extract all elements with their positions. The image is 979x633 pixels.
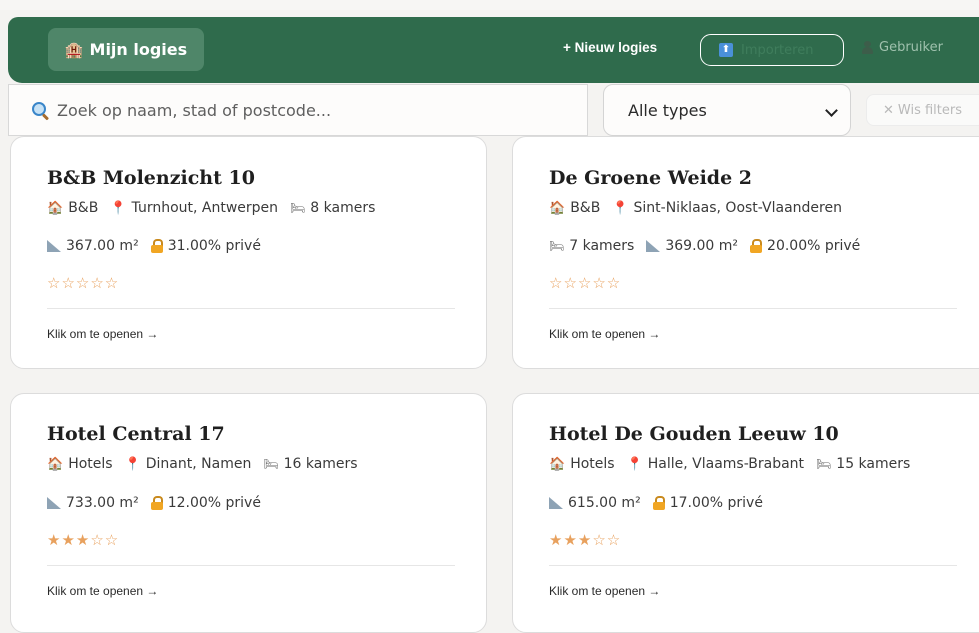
lodging-area: 615.00 m² <box>568 495 641 511</box>
divider <box>549 308 957 309</box>
clear-filters-button[interactable]: ✕ Wis filters <box>866 94 979 126</box>
search-icon <box>31 101 50 121</box>
lodging-meta-row: 🏠 B&B 📍 Turnhout, Antwerpen 🛏 8 kamers <box>47 200 387 216</box>
lodging-type: Hotels <box>68 456 113 472</box>
lodging-type: Hotels <box>570 456 615 472</box>
search-input[interactable]: Zoek op naam, stad of postcode... <box>8 84 588 136</box>
lodging-stats-row: 733.00 m² 12.00% privé <box>47 495 273 511</box>
lodging-private: 20.00% privé <box>767 238 861 254</box>
area-icon <box>47 497 61 509</box>
house-icon: 🏠 <box>47 456 64 472</box>
lodging-location: Turnhout, Antwerpen <box>131 200 279 216</box>
chevron-down-icon <box>825 104 838 117</box>
lodging-title: Hotel Central 17 <box>47 423 225 445</box>
star-rating: ★★★☆☆ <box>47 531 120 549</box>
pin-icon: 📍 <box>626 456 643 472</box>
lodging-rooms: 7 kamers <box>569 238 635 254</box>
lodging-private: 31.00% privé <box>167 238 261 254</box>
lodging-meta-row: 🏠 Hotels 📍 Dinant, Namen 🛏 16 kamers <box>47 456 370 472</box>
lodging-rooms: 15 kamers <box>836 456 911 472</box>
open-link[interactable]: Klik om te openen → <box>549 584 660 598</box>
pin-icon: 📍 <box>612 200 629 216</box>
lodging-stats-row: 🛏 7 kamers 369.00 m² 20.00% privé <box>549 238 872 254</box>
lodging-rooms: 16 kamers <box>283 456 358 472</box>
lodging-card[interactable]: De Groene Weide 2 🏠 B&B 📍 Sint-Niklaas, Oo… <box>512 136 979 369</box>
lodging-type: B&B <box>570 200 601 216</box>
lodging-title: Hotel De Gouden Leeuw 10 <box>549 423 839 445</box>
pin-icon: 📍 <box>110 200 127 216</box>
star-rating: ☆☆☆☆☆ <box>549 274 622 292</box>
search-placeholder: Zoek op naam, stad of postcode... <box>57 100 332 120</box>
import-button[interactable]: ⬆ Importeren <box>700 34 844 66</box>
bed-icon: 🛏 <box>549 239 565 253</box>
lodging-type: B&B <box>68 200 99 216</box>
lodging-area: 369.00 m² <box>665 238 739 254</box>
lock-icon <box>150 496 163 510</box>
lodging-title: De Groene Weide 2 <box>549 167 752 189</box>
top-strip <box>0 0 979 10</box>
app-header: 🏨 Mijn logies + Nieuw logies ⬆ Importere… <box>8 17 979 83</box>
house-icon: 🏠 <box>549 456 566 472</box>
user-menu[interactable]: Gebruiker <box>862 40 943 55</box>
lodging-card[interactable]: Hotel Central 17 🏠 Hotels 📍 Dinant, Namen … <box>10 393 487 633</box>
open-link[interactable]: Klik om te openen → <box>47 584 158 598</box>
lodging-rooms: 8 kamers <box>310 200 376 216</box>
star-rating: ☆☆☆☆☆ <box>47 274 120 292</box>
open-link[interactable]: Klik om te openen → <box>47 327 158 341</box>
divider <box>47 565 455 566</box>
lock-icon <box>652 496 665 510</box>
upload-icon: ⬆ <box>719 43 733 57</box>
user-icon <box>862 41 873 54</box>
house-icon: 🏠 <box>47 200 64 216</box>
lodging-card[interactable]: Hotel De Gouden Leeuw 10 🏠 Hotels 📍 Halle,… <box>512 393 979 633</box>
lodging-title: B&B Molenzicht 10 <box>47 167 255 189</box>
clear-filters-label: Wis filters <box>897 102 963 118</box>
lodging-meta-row: 🏠 Hotels 📍 Halle, Vlaams-Brabant 🛏 15 kamer… <box>549 456 922 472</box>
lodging-stats-row: 367.00 m² 31.00% privé <box>47 238 273 254</box>
bed-icon: 🛏 <box>290 201 306 215</box>
area-icon <box>47 240 61 252</box>
lock-icon <box>150 239 163 253</box>
bed-icon: 🛏 <box>263 457 279 471</box>
divider <box>549 565 957 566</box>
import-label: Importeren <box>741 42 814 58</box>
star-rating: ★★★☆☆ <box>549 531 622 549</box>
new-lodging-button[interactable]: + Nieuw logies <box>563 40 657 55</box>
lodging-private: 17.00% privé <box>669 495 763 511</box>
lodging-private: 12.00% privé <box>167 495 261 511</box>
user-label: Gebruiker <box>879 40 943 55</box>
area-icon <box>549 497 563 509</box>
lodging-location: Sint-Niklaas, Oost-Vlaanderen <box>633 200 842 216</box>
lodging-location: Dinant, Namen <box>145 456 252 472</box>
my-lodgings-button[interactable]: 🏨 Mijn logies <box>48 28 204 71</box>
pin-icon: 📍 <box>124 456 141 472</box>
hotel-icon: 🏨 <box>64 40 84 59</box>
lodging-stats-row: 615.00 m² 17.00% privé <box>549 495 775 511</box>
type-filter-select[interactable]: Alle types <box>603 84 851 136</box>
area-icon <box>646 240 661 252</box>
open-link[interactable]: Klik om te openen → <box>549 327 660 341</box>
lock-icon <box>750 239 763 253</box>
divider <box>47 308 455 309</box>
bed-icon: 🛏 <box>816 457 832 471</box>
lodging-location: Halle, Vlaams-Brabant <box>647 456 805 472</box>
house-icon: 🏠 <box>549 200 566 216</box>
lodging-card[interactable]: B&B Molenzicht 10 🏠 B&B 📍 Turnhout, Antwer… <box>10 136 487 369</box>
lodging-area: 367.00 m² <box>66 238 139 254</box>
lodging-area: 733.00 m² <box>66 495 139 511</box>
close-icon: ✕ <box>883 102 894 118</box>
lodging-meta-row: 🏠 B&B 📍 Sint-Niklaas, Oost-Vlaanderen <box>549 200 854 216</box>
my-lodgings-label: Mijn logies <box>89 40 188 59</box>
type-filter-value: Alle types <box>628 100 707 120</box>
